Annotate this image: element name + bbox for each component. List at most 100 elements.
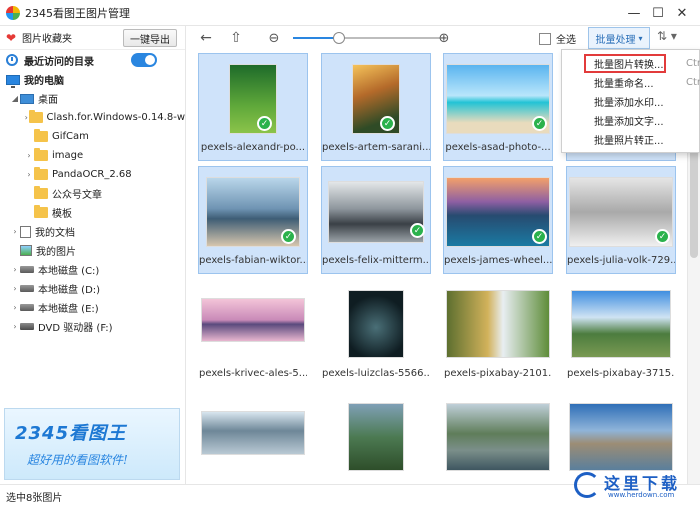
sort-button[interactable]: ⇅ ▾ [657, 29, 677, 43]
tree-item-my-pictures[interactable]: 我的图片 [0, 241, 185, 260]
dvd-drive-icon [20, 323, 34, 330]
thumbnail-item[interactable]: pexels-pixabay-3715... [566, 279, 676, 387]
tree-item-drive[interactable]: › 本地磁盘 (C:) [0, 260, 185, 279]
thumbnail-image [328, 181, 424, 243]
site-watermark: 这里下载 www.herdown.com [574, 470, 696, 504]
chevron-right-icon[interactable]: › [24, 170, 34, 179]
tree-item-drive[interactable]: › 本地磁盘 (D:) [0, 279, 185, 298]
chevron-right-icon[interactable]: › [10, 284, 20, 293]
tree-item-folder[interactable]: › Clash.for.Windows-0.14.8-w [0, 108, 185, 127]
tree-item-dvd[interactable]: › DVD 驱动器 (F:) [0, 317, 185, 336]
thumbnail-item[interactable]: ✓ pexels-julia-volk-729... [566, 166, 676, 274]
favorites-row[interactable]: ❤ 图片收藏夹 一键导出 [0, 26, 185, 50]
thumbnail-item[interactable]: pexels-luizclas-5566... [321, 279, 431, 387]
folder-icon [34, 148, 48, 161]
thumbnail-caption: pexels-fabian-wiktor... [199, 255, 307, 266]
up-folder-icon[interactable]: ⇧ [225, 27, 247, 49]
ad-banner[interactable]: 2345看图王 超好用的看图软件! [4, 408, 180, 480]
zoom-out-icon[interactable]: ⊖ [263, 27, 285, 49]
watermark-sub: www.herdown.com [608, 491, 675, 499]
folder-icon [34, 129, 48, 142]
minimize-button[interactable]: — [622, 3, 646, 23]
tree-item-my-documents[interactable]: › 我的文档 [0, 222, 185, 241]
tree-label: 本地磁盘 (D:) [38, 285, 101, 296]
zoom-in-icon[interactable]: ⊕ [433, 27, 455, 49]
tree-item-folder[interactable]: › image [0, 146, 185, 165]
thumbnail-image [348, 403, 404, 471]
thumbnail-caption: pexels-alexandr-po... [200, 142, 306, 153]
thumbnail-image [201, 411, 305, 455]
computer-icon [6, 74, 20, 88]
expand-down-icon[interactable]: ◢ [10, 94, 20, 103]
status-text: 选中8张图片 [6, 492, 63, 504]
thumbnail-item[interactable]: ✓ pexels-fabian-wiktor... [198, 166, 308, 274]
thumbnail-item[interactable]: ✓ pexels-alexandr-po... [198, 53, 308, 161]
folder-icon [28, 110, 43, 123]
chevron-right-icon[interactable]: › [10, 227, 20, 236]
heart-icon: ❤ [6, 30, 17, 45]
tree-label: 我的图片 [36, 247, 76, 258]
thumbnail-item[interactable] [321, 392, 431, 484]
menu-item-batch-rotate[interactable]: 批量照片转正... [562, 130, 700, 149]
check-icon: ✓ [532, 116, 547, 131]
thumbnail-item[interactable]: ✓ pexels-asad-photo-... [443, 53, 553, 161]
check-icon: ✓ [410, 223, 425, 238]
batch-process-button[interactable]: 批量处理 ▾ [588, 27, 650, 49]
clock-icon [6, 54, 18, 66]
select-all-checkbox[interactable] [539, 32, 551, 45]
watermark-logo-icon [574, 472, 600, 498]
picture-icon [20, 245, 32, 256]
tree-item-desktop[interactable]: ◢ 桌面 [0, 89, 185, 108]
menu-shortcut: Ctr [686, 77, 700, 88]
thumbnail-item[interactable]: pexels-krivec-ales-5... [198, 279, 308, 387]
banner-logo: 2345看图王 [15, 423, 127, 444]
thumbnail-image [446, 290, 550, 358]
menu-item-batch-add-text[interactable]: 批量添加文字... [562, 111, 700, 130]
toolbar: ← ⇧ ⊖ ⊕ 全选 批量处理 ▾ ⇅ ▾ [187, 26, 700, 50]
sidebar: ❤ 图片收藏夹 一键导出 最近访问的目录 我的电脑 ◢ 桌面 › Clash.f… [0, 26, 186, 484]
thumbnail-item[interactable]: pexels-pixabay-2101... [443, 279, 553, 387]
thumbnail-caption: pexels-james-wheel... [444, 255, 552, 266]
thumbnail-caption: pexels-artem-sarani... [322, 142, 430, 153]
recent-dirs-toggle[interactable] [131, 53, 157, 67]
thumbnail-caption: pexels-julia-volk-729... [567, 255, 675, 266]
tree-item-drive[interactable]: › 本地磁盘 (E:) [0, 298, 185, 317]
menu-item-batch-rename[interactable]: 批量重命名... Ctr [562, 73, 700, 92]
folder-icon [34, 205, 48, 218]
recent-dirs-row[interactable]: 最近访问的目录 [0, 50, 185, 70]
tree-item-folder[interactable]: › PandaOCR_2.68 [0, 165, 185, 184]
tree-label: DVD 驱动器 (F:) [38, 323, 113, 334]
chevron-right-icon[interactable]: › [24, 151, 34, 160]
tree-label: 我的文档 [35, 228, 75, 239]
export-button[interactable]: 一键导出 [123, 29, 177, 47]
thumbnail-item[interactable]: ✓ pexels-james-wheel... [443, 166, 553, 274]
zoom-slider[interactable] [293, 32, 441, 44]
tree-label: image [52, 150, 84, 161]
maximize-button[interactable]: ☐ [646, 3, 670, 23]
favorites-label: 图片收藏夹 [22, 34, 72, 45]
menu-item-batch-watermark[interactable]: 批量添加水印... [562, 92, 700, 111]
back-arrow-icon[interactable]: ← [195, 27, 217, 49]
tree-item-my-computer[interactable]: 我的电脑 [0, 70, 185, 89]
chevron-right-icon[interactable]: › [24, 113, 29, 122]
tree-item-folder[interactable]: GifCam [0, 127, 185, 146]
zoom-slider-handle[interactable] [333, 32, 345, 44]
thumbnail-item[interactable] [198, 392, 308, 484]
thumbnail-item[interactable]: ✓ pexels-artem-sarani... [321, 53, 431, 161]
thumbnail-item[interactable]: ✓ pexels-felix-mitterm... [321, 166, 431, 274]
check-icon: ✓ [257, 116, 272, 131]
tree-item-folder[interactable]: 模板 [0, 203, 185, 222]
thumbnail-image [569, 403, 673, 471]
thumbnail-item[interactable] [443, 392, 553, 484]
thumbnail-caption: pexels-felix-mitterm... [322, 255, 430, 266]
chevron-right-icon[interactable]: › [10, 322, 20, 331]
app-logo-icon [6, 5, 20, 20]
thumbnail-caption: pexels-pixabay-2101... [444, 368, 552, 379]
chevron-right-icon[interactable]: › [10, 265, 20, 274]
select-all[interactable]: 全选 [539, 31, 576, 46]
menu-item-batch-convert[interactable]: 批量图片转换... [584, 54, 666, 73]
tree-item-folder[interactable]: 公众号文章 [0, 184, 185, 203]
close-button[interactable]: ✕ [670, 3, 694, 23]
chevron-right-icon[interactable]: › [10, 303, 20, 312]
tree-label: PandaOCR_2.68 [52, 169, 132, 180]
